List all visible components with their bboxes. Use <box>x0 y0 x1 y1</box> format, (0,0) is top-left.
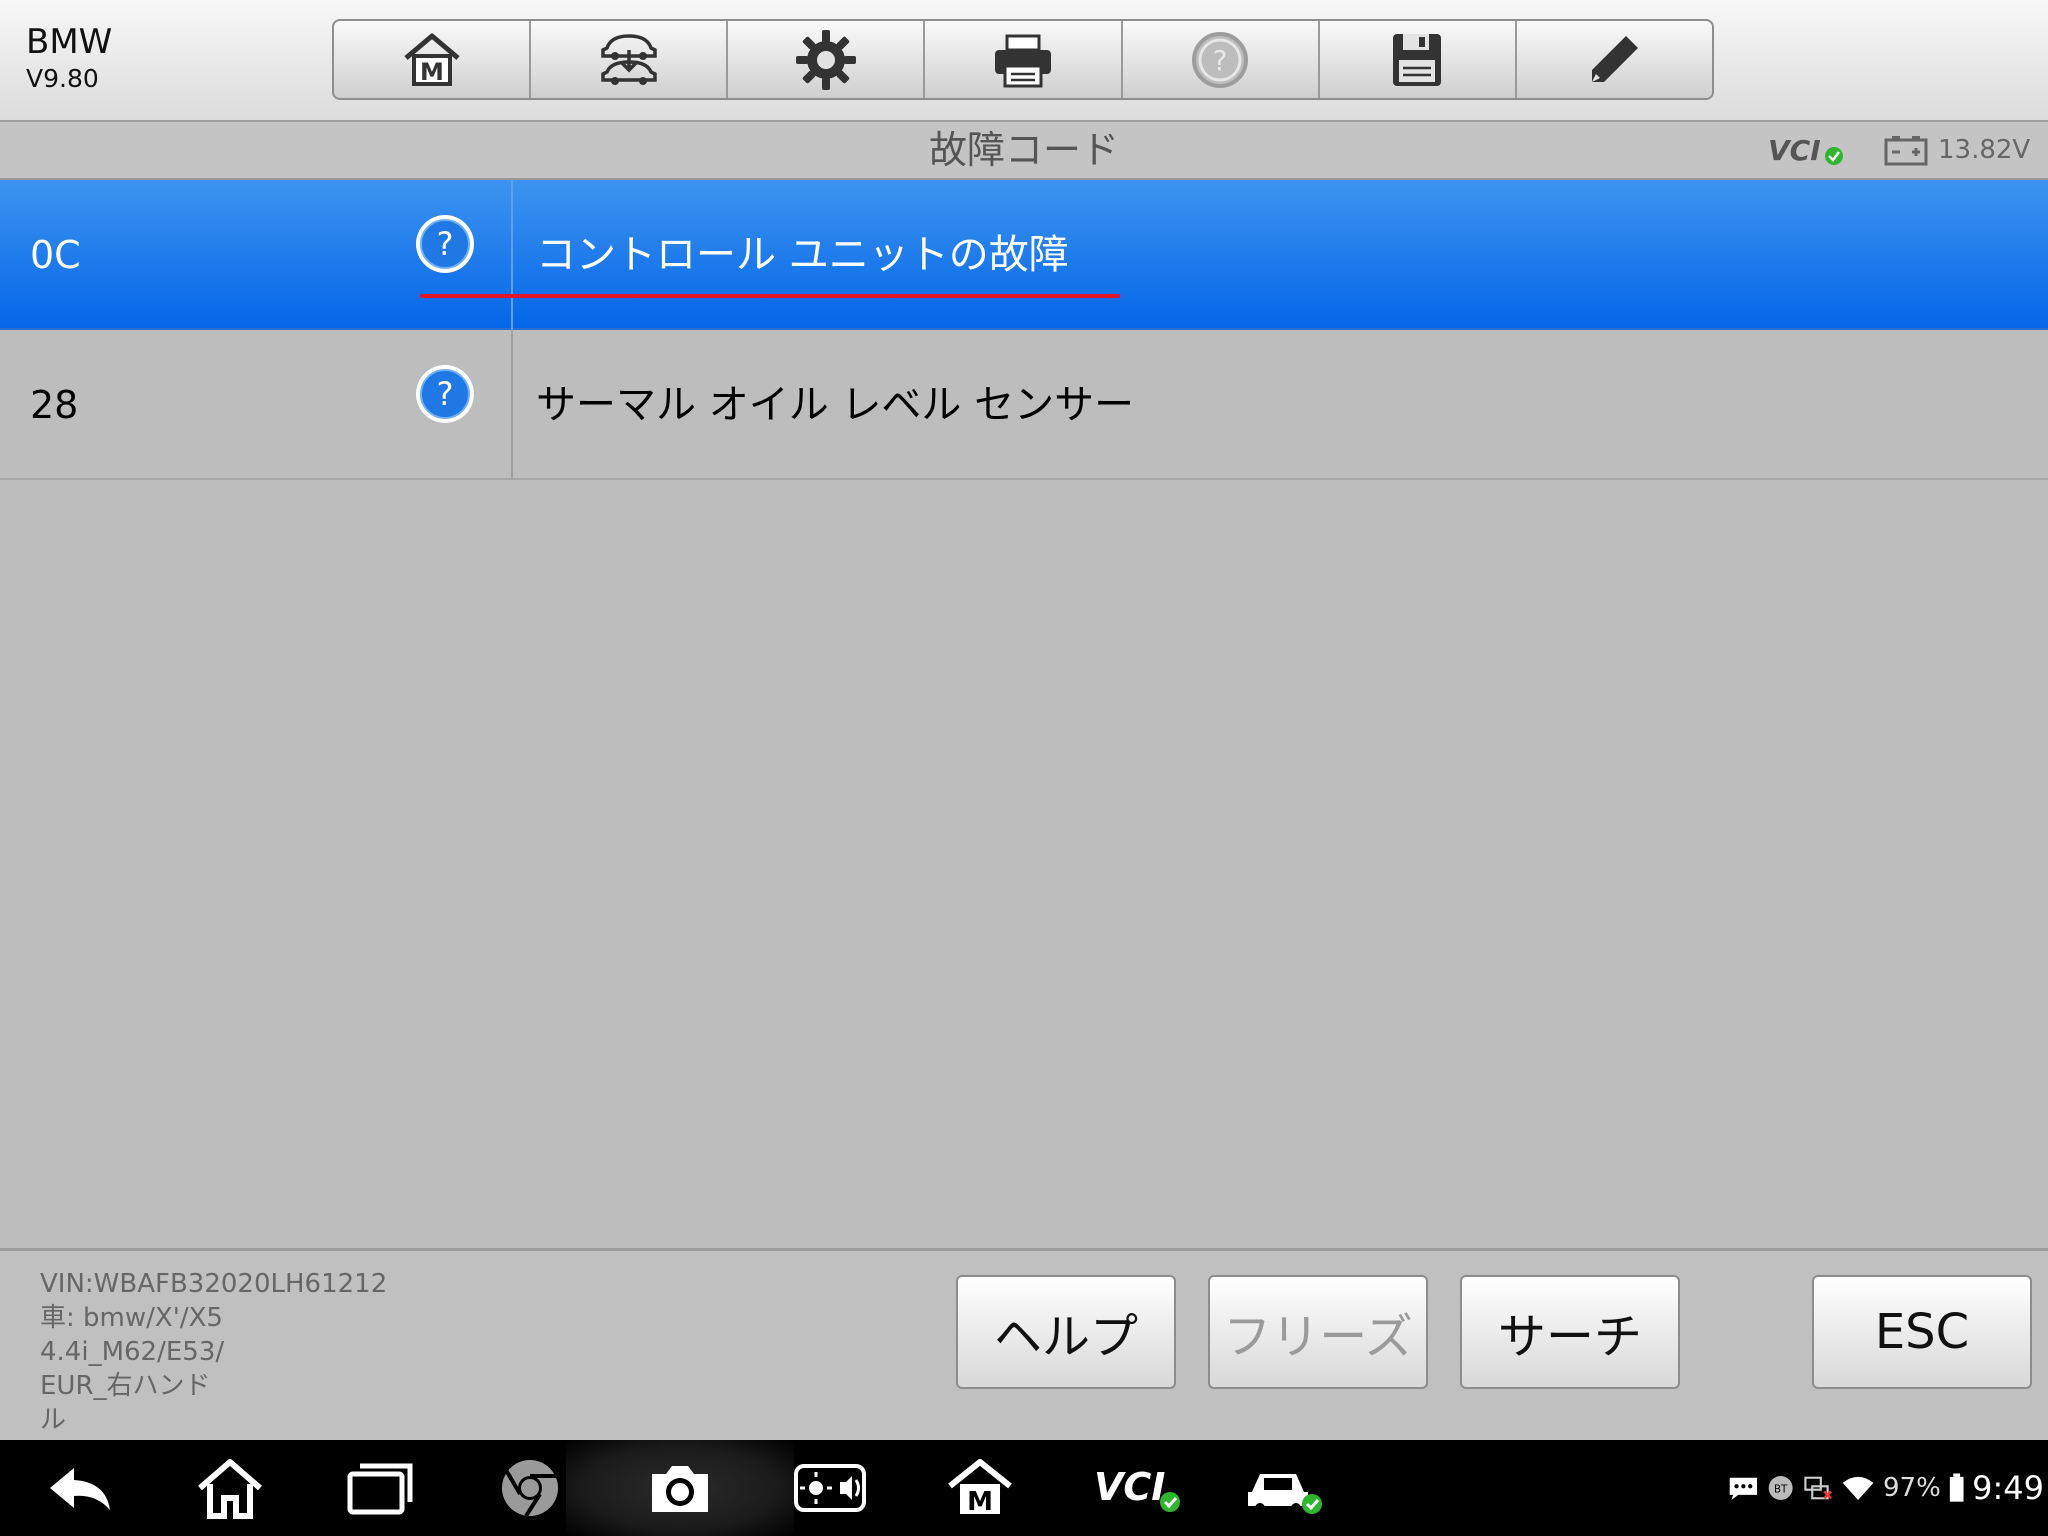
column-divider <box>511 180 513 330</box>
vci-label: VCI <box>1094 1465 1165 1509</box>
system-nav-bar: M VCI BT 97% 9:49 <box>0 1440 2048 1536</box>
save-button[interactable] <box>1320 21 1517 98</box>
back-button[interactable] <box>44 1456 116 1520</box>
dtc-row[interactable]: 28 ? サーマル オイル レベル センサー <box>0 330 2048 480</box>
bottom-panel: VIN:WBAFB32020LH61212 車: bmw/X'/X5 4.4i_… <box>0 1248 2048 1440</box>
app-root: BMW V9.80 M ? 故障コード VCI 13.82V 0C ? コントロ… <box>0 0 2048 1536</box>
home-m-icon: M <box>948 1459 1012 1517</box>
vehicle-nav-button[interactable] <box>1244 1456 1324 1520</box>
brightness-volume-icon <box>794 1464 866 1512</box>
toolbar: M ? <box>332 19 1714 100</box>
vehicle-line: ル <box>40 1405 67 1435</box>
wifi-icon <box>1842 1476 1874 1500</box>
vehicle-line: EUR_右ハンド <box>40 1371 211 1401</box>
pencil-icon <box>1592 35 1639 82</box>
dtc-help-button[interactable]: ? <box>414 213 476 275</box>
dtc-description: コントロール ユニットの故障 <box>536 232 1069 278</box>
vci-label: VCI <box>1768 134 1821 167</box>
vci-connected-icon: VCI <box>1094 1465 1180 1512</box>
brightness-volume-button[interactable] <box>794 1456 866 1520</box>
svg-text:M: M <box>420 58 444 86</box>
bt-label: BT <box>1774 1483 1788 1495</box>
maxisys-home-button[interactable]: M <box>944 1456 1016 1520</box>
system-tray: BT 97% 9:49 <box>1728 1440 2044 1536</box>
help-button[interactable]: ヘルプ <box>956 1275 1176 1389</box>
chat-notification-icon <box>1729 1477 1758 1500</box>
dtc-list: 0C ? コントロール ユニットの故障 28 ? サーマル オイル レベル セン… <box>0 180 2048 480</box>
bluetooth-badge-icon: BT <box>1768 1476 1793 1500</box>
battery-icon <box>1949 1473 1964 1502</box>
home-icon <box>198 1459 262 1519</box>
svg-text:?: ? <box>437 375 454 413</box>
page-title: 故障コード <box>928 128 1119 172</box>
battery-icon <box>1884 136 1928 166</box>
battery-voltage: 13.82V <box>1884 132 2030 168</box>
svg-text:?: ? <box>1213 44 1228 77</box>
dtc-row[interactable]: 0C ? コントロール ユニットの故障 <box>0 180 2048 330</box>
floppy-save-icon <box>1393 33 1442 86</box>
highlight-underline <box>420 294 1120 298</box>
home-m-icon: M <box>403 33 460 86</box>
dtc-code: 28 <box>30 383 79 427</box>
vehicle-swap-icon <box>600 33 657 85</box>
vin-text: VIN:WBAFB32020LH61212 <box>40 1269 388 1299</box>
vehicle-line: 4.4i_M62/E53/ <box>40 1337 225 1367</box>
battery-percent: 97% <box>1882 1473 1941 1503</box>
dtc-help-button[interactable]: ? <box>414 363 476 425</box>
network-disconnected-icon <box>1804 1476 1833 1500</box>
column-divider <box>511 330 513 480</box>
chrome-button[interactable] <box>494 1456 566 1520</box>
freeze-button[interactable]: フリーズ <box>1208 1275 1428 1389</box>
help-toolbar-button[interactable]: ? <box>1123 21 1320 98</box>
top-bar: BMW V9.80 M ? <box>0 0 2048 122</box>
camera-icon <box>652 1466 708 1512</box>
back-arrow-icon <box>50 1468 110 1510</box>
settings-button[interactable] <box>728 21 926 98</box>
car-connected-icon <box>1248 1474 1322 1514</box>
dtc-description: サーマル オイル レベル センサー <box>536 382 1135 428</box>
home-button[interactable]: M <box>334 21 532 98</box>
clock: 9:49 <box>1972 1469 2045 1507</box>
vci-connected-icon: VCI <box>1768 134 1843 167</box>
recent-apps-icon <box>347 1463 413 1515</box>
title-bar: 故障コード VCI 13.82V <box>0 122 2048 180</box>
brand-block: BMW V9.80 <box>26 22 112 96</box>
edit-button[interactable] <box>1517 21 1712 98</box>
print-button[interactable] <box>925 21 1123 98</box>
vehicle-line: 車: bmw/X'/X5 <box>40 1303 223 1333</box>
printer-icon <box>994 34 1051 87</box>
vci-nav-button[interactable]: VCI <box>1094 1456 1184 1520</box>
home-nav-button[interactable] <box>194 1456 266 1520</box>
vehicle-swap-button[interactable] <box>531 21 729 98</box>
svg-text:?: ? <box>437 225 454 263</box>
esc-button[interactable]: ESC <box>1812 1275 2032 1389</box>
screenshot-button[interactable] <box>644 1456 716 1520</box>
help-circle-icon: ? <box>416 215 474 273</box>
brand-version: V9.80 <box>26 64 99 93</box>
help-circle-icon: ? <box>1192 31 1249 88</box>
search-button[interactable]: サーチ <box>1460 1275 1680 1389</box>
help-circle-icon: ? <box>416 365 474 423</box>
browser-icon <box>502 1460 558 1518</box>
svg-text:M: M <box>967 1487 993 1517</box>
dtc-code: 0C <box>30 233 81 277</box>
gear-icon <box>795 29 856 90</box>
brand-title: BMW <box>26 22 113 62</box>
vehicle-info: VIN:WBAFB32020LH61212 車: bmw/X'/X5 4.4i_… <box>40 1267 420 1437</box>
recent-apps-button[interactable] <box>344 1456 416 1520</box>
voltage-value: 13.82V <box>1938 135 2031 165</box>
